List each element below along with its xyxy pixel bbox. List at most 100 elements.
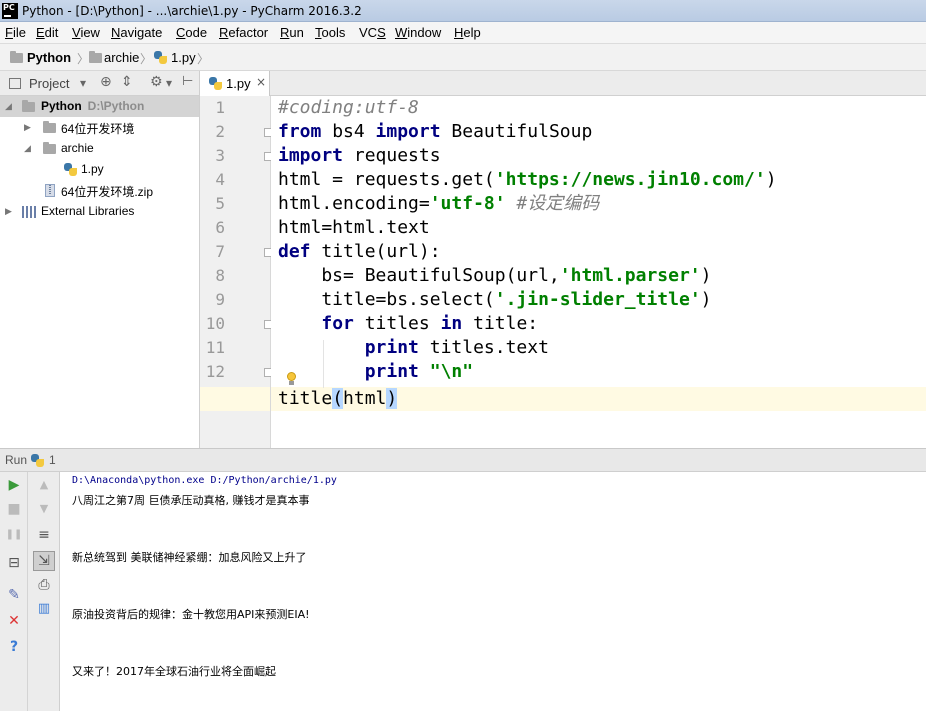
tab-label: 1.py bbox=[226, 76, 251, 91]
pin-tab-icon[interactable]: ✎ bbox=[4, 586, 24, 604]
print-icon[interactable]: ⎙ bbox=[34, 576, 54, 594]
menu-vcs[interactable]: VCS bbox=[359, 25, 386, 40]
collapsed-arrow-icon[interactable]: ▶ bbox=[5, 206, 12, 217]
tree-item-zip[interactable]: 64位开发环境.zip bbox=[0, 180, 199, 201]
console-command: D:\Anaconda\python.exe D:/Python/archie/… bbox=[72, 475, 337, 486]
close-icon[interactable]: ✕ bbox=[4, 612, 24, 630]
tree-item-64bit-env[interactable]: ▶ 64位开发环境 bbox=[0, 117, 199, 138]
arrow-down-icon[interactable]: ▼ bbox=[34, 500, 54, 518]
python-file-icon bbox=[64, 163, 77, 176]
tree-label: 64位开发环境 bbox=[61, 122, 135, 136]
code-line-3: import requests bbox=[278, 145, 441, 166]
dropdown-arrow-icon[interactable]: ▾ bbox=[80, 76, 86, 90]
folder-icon bbox=[10, 51, 23, 63]
tree-label: External Libraries bbox=[41, 204, 135, 218]
folder-icon bbox=[43, 121, 56, 133]
stop-icon[interactable]: ■ bbox=[4, 500, 24, 518]
run-config-name[interactable]: 1 bbox=[49, 453, 56, 467]
code-line-13: title(html) bbox=[278, 388, 398, 409]
menu-code[interactable]: Code bbox=[176, 25, 207, 40]
window-titlebar: PC Python - [D:\Python] - ...\archie\1.p… bbox=[0, 0, 926, 22]
code-line-7: def title(url): bbox=[278, 241, 441, 262]
code-line-9: title=bs.select('.jin-slider_title') bbox=[278, 289, 712, 310]
code-line-5: html.encoding='utf-8' #设定编码 bbox=[278, 193, 600, 214]
gear-icon[interactable]: ⚙ bbox=[150, 74, 163, 90]
scroll-to-end-icon[interactable]: ⇲ bbox=[33, 551, 55, 571]
menu-refactor[interactable]: Refactor bbox=[219, 25, 268, 40]
run-panel-header: Run 1 bbox=[0, 448, 926, 472]
code-line-8: bs= BeautifulSoup(url,'html.parser') bbox=[278, 265, 712, 286]
menu-window[interactable]: Window bbox=[395, 25, 441, 40]
restore-layout-icon[interactable]: ⊟ bbox=[4, 554, 24, 572]
run-toolbar-secondary: ▲ ▼ ≡ ⇲ ⎙ ▥ bbox=[28, 472, 60, 711]
tree-path: D:\Python bbox=[87, 99, 145, 113]
menu-file[interactable]: File bbox=[5, 25, 26, 40]
tree-label: Python bbox=[41, 99, 82, 113]
project-icon bbox=[9, 78, 21, 89]
hide-panel-icon[interactable]: ⊢ bbox=[182, 74, 193, 89]
code-line-2: from bs4 import BeautifulSoup bbox=[278, 121, 593, 142]
lightbulb-icon[interactable] bbox=[286, 372, 297, 386]
line-number: 2 bbox=[215, 122, 225, 141]
editor-tab-bar: 1.py × bbox=[200, 71, 926, 96]
console-output-line: 又来了！2017年全球石油行业将全面崛起 bbox=[72, 665, 276, 678]
expanded-arrow-icon[interactable]: ◢ bbox=[5, 101, 12, 112]
menu-view[interactable]: View bbox=[72, 25, 100, 40]
help-icon[interactable]: ? bbox=[4, 638, 24, 656]
menu-help[interactable]: Help bbox=[454, 25, 481, 40]
breadcrumb-archie[interactable]: archie bbox=[104, 50, 139, 65]
line-number: 1 bbox=[215, 98, 225, 117]
arrow-up-icon[interactable]: ▲ bbox=[34, 476, 54, 494]
menu-edit[interactable]: Edit bbox=[36, 25, 58, 40]
menu-run[interactable]: Run bbox=[280, 25, 304, 40]
console-output-line: 新总统驾到 美联储神经紧绷：加息风险又上升了 bbox=[72, 551, 307, 564]
tree-item-external-libraries[interactable]: ▶ External Libraries bbox=[0, 201, 199, 222]
line-number: 3 bbox=[215, 146, 225, 165]
tree-label: 64位开发环境.zip bbox=[61, 185, 154, 199]
tab-1py[interactable]: 1.py × bbox=[200, 71, 270, 96]
collapsed-arrow-icon[interactable]: ▶ bbox=[24, 122, 31, 133]
chevron-right-icon: 〉 bbox=[197, 52, 210, 66]
project-panel-title[interactable]: Project bbox=[29, 76, 69, 91]
python-file-icon bbox=[209, 77, 222, 90]
line-number: 8 bbox=[215, 266, 225, 285]
settings-dropdown-icon[interactable]: ▾ bbox=[166, 76, 172, 90]
pause-icon[interactable]: ❚❚ bbox=[4, 526, 24, 544]
code-line-6: html=html.text bbox=[278, 217, 430, 238]
breadcrumb-file[interactable]: 1.py bbox=[171, 50, 196, 65]
breadcrumb: Python 〉 archie 〉 1.py 〉 bbox=[0, 44, 926, 71]
window-title: Python - [D:\Python] - ...\archie\1.py -… bbox=[22, 4, 362, 18]
tree-item-python-root[interactable]: ◢ Python D:\Python bbox=[0, 96, 199, 117]
target-icon[interactable]: ⊕ bbox=[100, 74, 112, 90]
console-output-line: 原油投资背后的规律：金十教您用API来预测EIA! bbox=[72, 608, 310, 621]
line-number: 7 bbox=[215, 242, 225, 261]
expanded-arrow-icon[interactable]: ◢ bbox=[24, 143, 31, 154]
current-line-gutter-highlight bbox=[200, 387, 270, 411]
soft-wrap-icon[interactable]: ≡ bbox=[34, 526, 54, 544]
trash-icon[interactable]: ▥ bbox=[34, 600, 54, 618]
line-number: 10 bbox=[205, 314, 225, 333]
zip-file-icon bbox=[45, 184, 55, 197]
close-tab-icon[interactable]: × bbox=[256, 75, 266, 89]
python-file-icon bbox=[154, 51, 167, 64]
run-console[interactable]: D:\Anaconda\python.exe D:/Python/archie/… bbox=[60, 472, 926, 711]
code-editor[interactable]: #coding:utf-8 from bs4 import BeautifulS… bbox=[271, 96, 926, 448]
tree-label: 1.py bbox=[81, 162, 104, 176]
collapse-all-icon[interactable]: ⇕ bbox=[121, 74, 133, 90]
breadcrumb-python[interactable]: Python bbox=[27, 50, 71, 65]
project-panel-header: Project ▾ ⊕ ⇕ ⚙ ▾ ⊢ bbox=[0, 71, 200, 96]
rerun-icon[interactable]: ▶ bbox=[4, 476, 24, 494]
run-panel-title[interactable]: Run bbox=[5, 453, 27, 467]
python-file-icon bbox=[31, 454, 44, 467]
folder-icon bbox=[43, 142, 56, 154]
tree-item-archie[interactable]: ◢ archie bbox=[0, 138, 199, 159]
chevron-right-icon: 〉 bbox=[140, 52, 153, 66]
tree-item-1py[interactable]: 1.py bbox=[0, 159, 199, 180]
menu-bar: File Edit View Navigate Code Refactor Ru… bbox=[0, 22, 926, 44]
line-number: 4 bbox=[215, 170, 225, 189]
menu-navigate[interactable]: Navigate bbox=[111, 25, 162, 40]
line-number: 9 bbox=[215, 290, 225, 309]
menu-tools[interactable]: Tools bbox=[315, 25, 345, 40]
line-number: 12 bbox=[205, 362, 225, 381]
code-line-12: print "\n" bbox=[364, 361, 474, 382]
